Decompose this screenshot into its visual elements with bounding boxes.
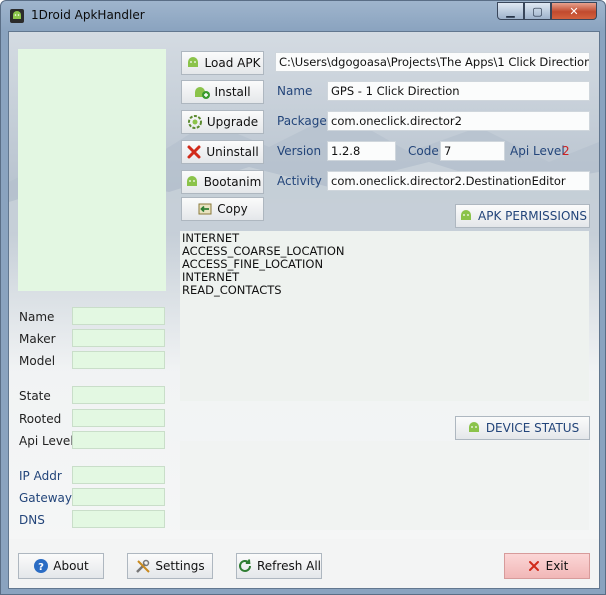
apk-name-label: Name: [277, 84, 313, 98]
load-apk-button[interactable]: Load APK: [181, 51, 264, 75]
title-bar[interactable]: 1Droid ApkHandler ▁ ▢ ✕: [1, 1, 605, 31]
app-window: 1Droid ApkHandler ▁ ▢ ✕ Name Maker Model…: [0, 0, 606, 595]
device-ip-label: IP Addr: [19, 469, 62, 483]
apk-path-field[interactable]: C:\Users\dgogoasa\Projects\The Apps\1 Cl…: [275, 52, 590, 72]
install-icon: [194, 84, 211, 100]
device-model-value: [72, 351, 165, 369]
device-model-label: Model: [19, 354, 56, 368]
exit-x-icon: [526, 558, 542, 574]
upgrade-button[interactable]: Upgrade: [181, 110, 264, 134]
device-status-button[interactable]: DEVICE STATUS: [455, 416, 590, 440]
device-gateway-value: [72, 488, 165, 506]
device-gateway-label: Gateway: [19, 491, 73, 505]
device-state-label: State: [19, 389, 51, 403]
bootanim-label: Bootanim: [203, 175, 262, 189]
svg-text:?: ?: [38, 562, 44, 573]
minimize-button[interactable]: ▁: [497, 2, 524, 20]
device-rooted-label: Rooted: [19, 412, 62, 426]
about-button[interactable]: ? About: [18, 553, 104, 579]
device-dns-label: DNS: [19, 513, 45, 527]
permission-item: READ_CONTACTS: [182, 283, 282, 297]
apk-permissions-button[interactable]: APK PERMISSIONS: [455, 204, 590, 228]
load-apk-label: Load APK: [204, 56, 261, 70]
package-label: Package: [277, 114, 327, 128]
maximize-button[interactable]: ▢: [524, 2, 551, 20]
device-ip-value: [72, 466, 165, 484]
device-maker-value: [72, 329, 165, 347]
version-label: Version: [277, 144, 322, 158]
device-name-value: [72, 307, 165, 325]
copy-button[interactable]: Copy: [181, 197, 264, 221]
apk-icon-preview: [18, 49, 166, 291]
minimize-icon: ▁: [506, 4, 515, 18]
version-field[interactable]: 1.2.8: [327, 141, 396, 161]
exit-label: Exit: [545, 559, 569, 573]
device-state-value: [72, 386, 165, 404]
upgrade-icon: [187, 114, 203, 130]
device-api-level-label: Api Level: [19, 434, 74, 448]
close-button[interactable]: ✕: [551, 2, 597, 20]
android-icon: [185, 55, 201, 71]
api-level-value: 2: [562, 144, 570, 158]
device-name-label: Name: [19, 310, 55, 324]
device-status-panel[interactable]: [180, 441, 589, 530]
install-button[interactable]: Install: [181, 80, 264, 104]
refresh-all-label: Refresh All: [257, 559, 322, 573]
refresh-icon: [237, 558, 253, 574]
code-label: Code: [408, 144, 439, 158]
refresh-all-button[interactable]: Refresh All: [236, 553, 322, 579]
install-label: Install: [214, 85, 251, 99]
main-panel: Name Maker Model State Rooted Api Level …: [8, 31, 600, 589]
copy-arrow-icon: [197, 201, 213, 217]
close-icon: ✕: [569, 4, 579, 18]
settings-button[interactable]: Settings: [127, 553, 213, 579]
apk-name-field[interactable]: GPS - 1 Click Direction: [327, 81, 590, 101]
permissions-list: INTERNET ACCESS_COARSE_LOCATION ACCESS_F…: [182, 232, 345, 297]
exit-button[interactable]: Exit: [504, 553, 590, 579]
android-icon: [458, 208, 474, 224]
activity-label: Activity: [277, 174, 322, 188]
window-title: 1Droid ApkHandler: [31, 8, 145, 22]
package-field[interactable]: com.oneclick.director2: [327, 111, 590, 131]
activity-field[interactable]: com.oneclick.director2.DestinationEditor: [327, 171, 590, 191]
uninstall-label: Uninstall: [206, 145, 259, 159]
device-api-level-value: [72, 431, 165, 449]
device-status-label: DEVICE STATUS: [485, 421, 580, 435]
upgrade-label: Upgrade: [206, 115, 259, 129]
android-icon: [184, 174, 200, 190]
android-icon: [466, 420, 482, 436]
api-level-label: Api Level: [510, 144, 565, 158]
help-icon: ?: [33, 558, 49, 574]
android-app-icon: [9, 8, 25, 24]
device-maker-label: Maker: [19, 332, 56, 346]
settings-label: Settings: [155, 559, 205, 573]
about-label: About: [53, 559, 89, 573]
uninstall-button[interactable]: Uninstall: [181, 140, 264, 164]
apk-permissions-label: APK PERMISSIONS: [478, 209, 587, 223]
bootanim-button[interactable]: Bootanim: [181, 170, 264, 194]
tools-icon: [135, 558, 151, 574]
maximize-icon: ▢: [532, 4, 543, 18]
device-dns-value: [72, 510, 165, 528]
code-field[interactable]: 7: [440, 141, 505, 161]
device-rooted-value: [72, 409, 165, 427]
red-x-icon: [186, 144, 202, 160]
copy-label: Copy: [217, 202, 248, 216]
